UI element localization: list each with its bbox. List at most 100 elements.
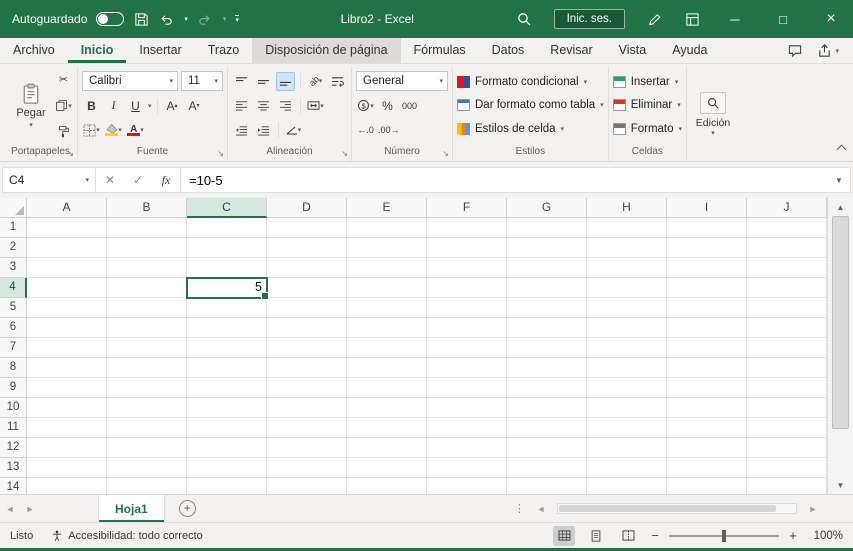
angle-button[interactable]: ▾: [284, 121, 303, 140]
number-format-dropdown-icon[interactable]: ▾: [439, 77, 443, 85]
cell-I4[interactable]: [667, 278, 747, 298]
cell-E1[interactable]: [347, 218, 427, 238]
cell-I5[interactable]: [667, 298, 747, 318]
cell-J3[interactable]: [747, 258, 827, 278]
cell-F8[interactable]: [427, 358, 507, 378]
search-icon[interactable]: [516, 11, 532, 27]
cell-B14[interactable]: [107, 478, 187, 494]
cell-C6[interactable]: [187, 318, 267, 338]
font-name-select[interactable]: Calibri ▾: [82, 71, 178, 91]
cell-I8[interactable]: [667, 358, 747, 378]
cell-J7[interactable]: [747, 338, 827, 358]
cell-G5[interactable]: [507, 298, 587, 318]
cell-D14[interactable]: [267, 478, 347, 494]
row-header-7[interactable]: 7: [0, 338, 27, 358]
cell-D2[interactable]: [267, 238, 347, 258]
cell-H11[interactable]: [587, 418, 667, 438]
cell-A4[interactable]: [27, 278, 107, 298]
borders-button[interactable]: ▾: [82, 121, 101, 140]
cell-H7[interactable]: [587, 338, 667, 358]
row-header-6[interactable]: 6: [0, 318, 27, 338]
fill-color-button[interactable]: ▾: [104, 121, 123, 140]
column-header-D[interactable]: D: [267, 198, 347, 218]
cell-H1[interactable]: [587, 218, 667, 238]
merge-dropdown-icon[interactable]: ▾: [320, 102, 324, 110]
font-color-dropdown-icon[interactable]: ▾: [140, 126, 144, 134]
scroll-up-icon[interactable]: ▲: [828, 198, 853, 216]
hscroll-left-icon[interactable]: ◄: [531, 504, 551, 514]
ribbon-tab-datos[interactable]: Datos: [479, 38, 538, 63]
cell-H12[interactable]: [587, 438, 667, 458]
cell-B2[interactable]: [107, 238, 187, 258]
cell-H8[interactable]: [587, 358, 667, 378]
comma-style-button[interactable]: 000: [400, 96, 419, 115]
cell-J5[interactable]: [747, 298, 827, 318]
collapse-ribbon-icon[interactable]: [836, 144, 847, 155]
cell-H4[interactable]: [587, 278, 667, 298]
format-dropdown-icon[interactable]: ▾: [679, 125, 683, 133]
cell-I12[interactable]: [667, 438, 747, 458]
vertical-scroll-thumb[interactable]: [832, 216, 849, 430]
cell-B5[interactable]: [107, 298, 187, 318]
zoom-out-button[interactable]: −: [649, 528, 661, 543]
ribbon-tab-inicio[interactable]: Inicio: [68, 38, 127, 63]
cell-F3[interactable]: [427, 258, 507, 278]
angle-dropdown-icon[interactable]: ▾: [298, 126, 302, 134]
column-header-C[interactable]: C: [187, 198, 267, 218]
insert-function-icon[interactable]: fx: [152, 173, 180, 188]
cell-I7[interactable]: [667, 338, 747, 358]
cell-I13[interactable]: [667, 458, 747, 478]
add-sheet-button[interactable]: +: [178, 500, 196, 517]
minimize-button[interactable]: ─: [713, 0, 757, 38]
cell-E5[interactable]: [347, 298, 427, 318]
editing-dropdown-icon[interactable]: ▾: [711, 129, 715, 137]
page-layout-view-button[interactable]: [585, 526, 607, 546]
cell-J14[interactable]: [747, 478, 827, 494]
cell-D7[interactable]: [267, 338, 347, 358]
cell-J11[interactable]: [747, 418, 827, 438]
align-top-icon[interactable]: [232, 72, 251, 91]
cell-H13[interactable]: [587, 458, 667, 478]
cell-F4[interactable]: [427, 278, 507, 298]
copy-dropdown-icon[interactable]: ▾: [68, 102, 72, 110]
cell-A6[interactable]: [27, 318, 107, 338]
cell-A2[interactable]: [27, 238, 107, 258]
column-header-I[interactable]: I: [667, 198, 747, 218]
ribbon-tab-revisar[interactable]: Revisar: [537, 38, 605, 63]
cell-D9[interactable]: [267, 378, 347, 398]
cell-B8[interactable]: [107, 358, 187, 378]
cell-C2[interactable]: [187, 238, 267, 258]
cell-E6[interactable]: [347, 318, 427, 338]
zoom-in-button[interactable]: +: [787, 528, 799, 543]
cell-G1[interactable]: [507, 218, 587, 238]
cell-A7[interactable]: [27, 338, 107, 358]
cell-A5[interactable]: [27, 298, 107, 318]
cell-B12[interactable]: [107, 438, 187, 458]
save-icon[interactable]: [133, 11, 149, 27]
hscroll-right-icon[interactable]: ►: [803, 504, 823, 514]
cell-I1[interactable]: [667, 218, 747, 238]
share-button[interactable]: ▾: [817, 43, 839, 58]
increase-indent-icon[interactable]: [254, 121, 273, 140]
cell-F9[interactable]: [427, 378, 507, 398]
signin-button[interactable]: Inic. ses.: [553, 9, 625, 29]
cell-H2[interactable]: [587, 238, 667, 258]
cell-I2[interactable]: [667, 238, 747, 258]
ribbon-tab-disposición-de-página[interactable]: Disposición de página: [252, 38, 401, 63]
cell-F10[interactable]: [427, 398, 507, 418]
cell-A12[interactable]: [27, 438, 107, 458]
find-select-icon[interactable]: [700, 91, 727, 114]
cell-B7[interactable]: [107, 338, 187, 358]
column-header-A[interactable]: A: [27, 198, 107, 218]
format-painter-icon[interactable]: [54, 122, 73, 141]
cell-H10[interactable]: [587, 398, 667, 418]
cell-G7[interactable]: [507, 338, 587, 358]
enter-formula-icon[interactable]: ✓: [124, 173, 152, 187]
cell-B9[interactable]: [107, 378, 187, 398]
column-header-G[interactable]: G: [507, 198, 587, 218]
cell-E9[interactable]: [347, 378, 427, 398]
cut-icon[interactable]: ✂: [54, 70, 73, 89]
cell-F5[interactable]: [427, 298, 507, 318]
share-dropdown-icon[interactable]: ▾: [835, 47, 839, 55]
cell-E13[interactable]: [347, 458, 427, 478]
